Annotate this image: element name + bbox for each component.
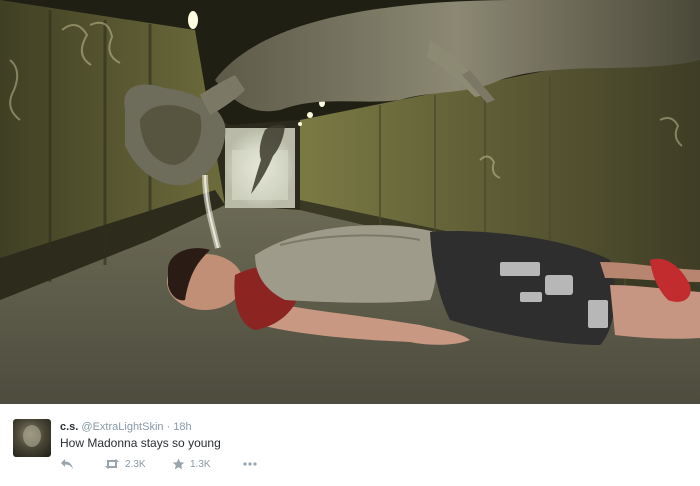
user-handle[interactable]: @ExtraLightSkin: [81, 421, 163, 433]
tweet-photo[interactable]: [0, 0, 700, 404]
tunnel-scene-illustration: [0, 0, 700, 404]
tweet-header: c.s. @ExtraLightSkin · 18h: [60, 421, 192, 433]
display-name[interactable]: c.s.: [60, 421, 78, 433]
favorite-button[interactable]: 1.3K: [172, 456, 211, 472]
retweet-count: 2.3K: [125, 458, 146, 470]
favorite-count: 1.3K: [190, 458, 211, 470]
retweet-button[interactable]: 2.3K: [104, 456, 146, 472]
separator-dot: ·: [166, 421, 171, 433]
avatar[interactable]: [13, 419, 51, 457]
reply-button[interactable]: [60, 456, 74, 472]
retweet-icon: [105, 459, 119, 469]
more-button[interactable]: [242, 456, 258, 472]
star-icon: [172, 458, 185, 470]
avatar-image: [23, 425, 41, 447]
reply-icon: [61, 459, 73, 469]
more-dots-icon: [243, 462, 257, 466]
timestamp[interactable]: 18h: [173, 421, 191, 433]
tweet-text: How Madonna stays so young: [60, 436, 221, 450]
